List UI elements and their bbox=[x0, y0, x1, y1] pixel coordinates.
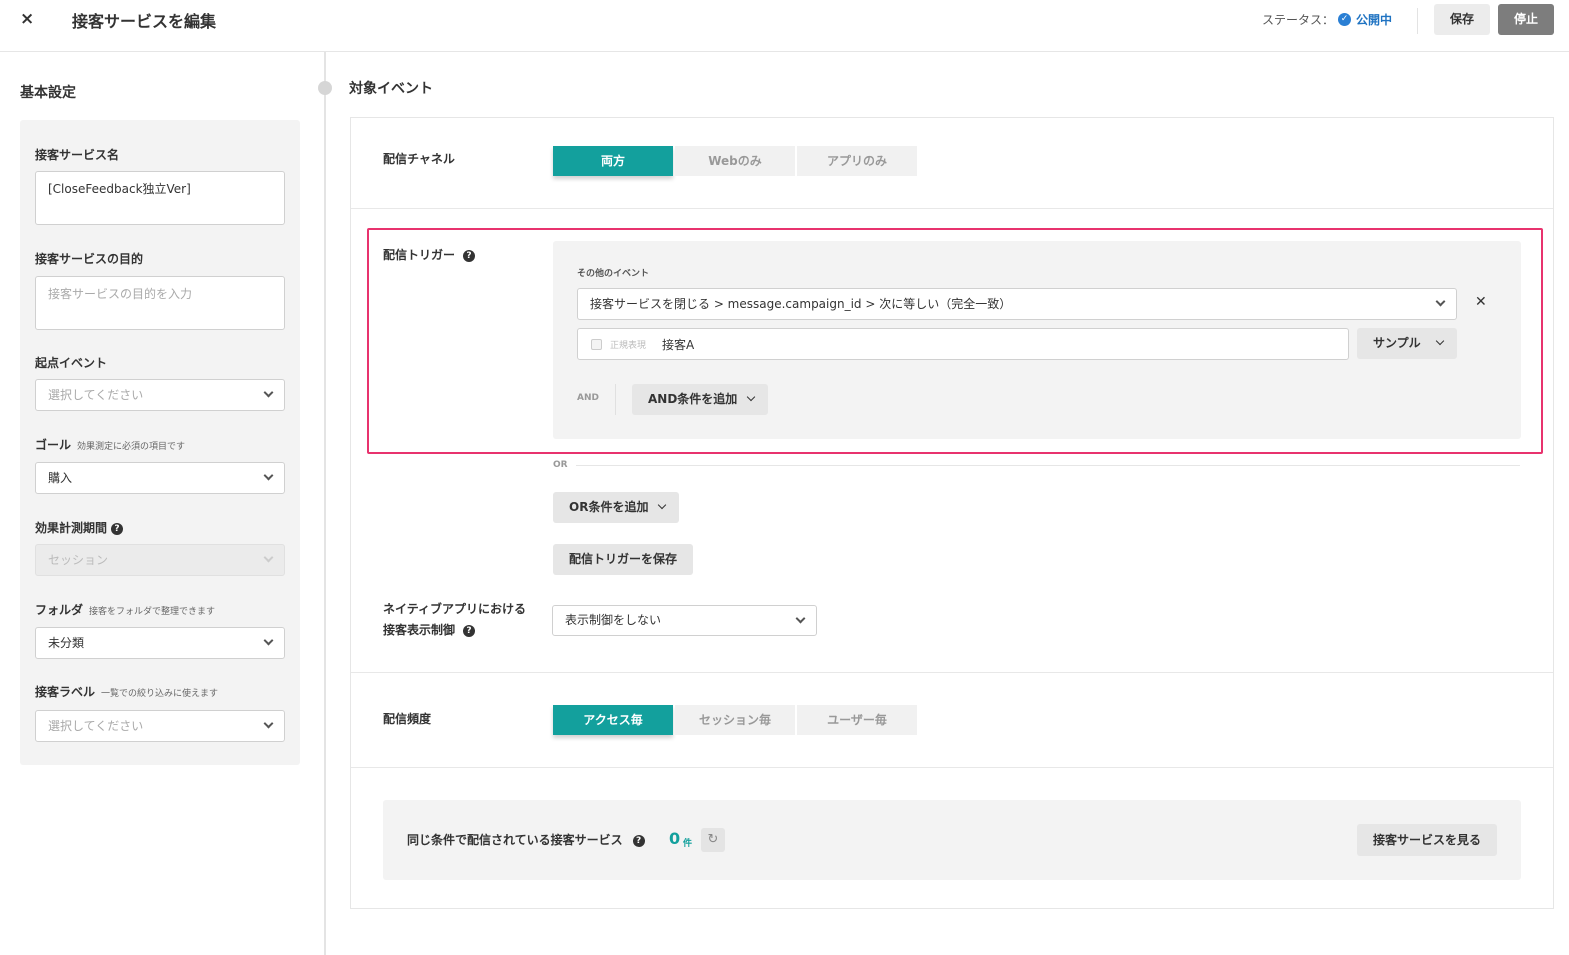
folder-note: 接客をフォルダで整理できます bbox=[89, 607, 216, 617]
folder-label-text: フォルダ bbox=[35, 603, 84, 617]
or-divider bbox=[576, 465, 1520, 466]
stop-button[interactable]: 停止 bbox=[1498, 4, 1554, 35]
divider bbox=[351, 672, 1553, 673]
other-event-label: その他のイベント bbox=[577, 269, 650, 279]
period-label: 効果計測期間? bbox=[35, 519, 124, 536]
timeline-dot bbox=[318, 81, 332, 95]
chevron-down-icon bbox=[263, 718, 274, 729]
service-name-label: 接客サービス名 bbox=[35, 148, 120, 162]
tag-label: 接客ラベル 一覧での絞り込みに使えます bbox=[35, 683, 218, 700]
purpose-input[interactable]: 接客サービスの目的を入力 bbox=[35, 276, 285, 330]
add-or-button[interactable]: OR条件を追加 bbox=[553, 492, 679, 523]
frequency-option-user[interactable]: ユーザー毎 bbox=[797, 705, 917, 735]
sample-label: サンプル bbox=[1373, 336, 1421, 350]
same-condition-label: 同じ条件で配信されている接客サービス? bbox=[407, 831, 645, 848]
regex-label: 正規表現 bbox=[610, 341, 647, 351]
same-condition-text: 同じ条件で配信されている接客サービス bbox=[407, 833, 623, 847]
match-value-input[interactable]: 正規表現 接客A bbox=[577, 328, 1349, 360]
chevron-down-icon bbox=[263, 552, 274, 563]
frequency-label: 配信頻度 bbox=[383, 712, 432, 726]
divider bbox=[351, 208, 1553, 209]
basic-settings-title: 基本設定 bbox=[20, 85, 76, 101]
goal-value: 購入 bbox=[48, 471, 73, 485]
tag-value: 選択してください bbox=[48, 719, 144, 733]
tag-label-text: 接客ラベル bbox=[35, 685, 96, 699]
start-event-select[interactable]: 選択してください bbox=[35, 379, 285, 411]
remove-condition-icon[interactable]: ✕ bbox=[1475, 294, 1487, 310]
same-condition-box: 同じ条件で配信されている接客サービス? 0 件 ↻ 接客サービスを見る bbox=[383, 800, 1521, 880]
help-icon[interactable]: ? bbox=[111, 522, 124, 535]
channel-segment: 両方 Webのみ アプリのみ bbox=[553, 146, 919, 176]
tag-note: 一覧での絞り込みに使えます bbox=[101, 689, 219, 699]
goal-note: 効果測定に必須の項目です bbox=[77, 442, 186, 452]
chevron-down-icon bbox=[795, 613, 806, 624]
chevron-down-icon bbox=[263, 635, 274, 646]
header-divider bbox=[1417, 8, 1418, 34]
timeline-line bbox=[324, 52, 326, 955]
page-title: 接客サービスを編集 bbox=[72, 12, 217, 31]
folder-label: フォルダ 接客をフォルダで整理できます bbox=[35, 601, 215, 618]
close-icon[interactable]: × bbox=[20, 9, 34, 29]
add-or-label: OR条件を追加 bbox=[569, 500, 649, 514]
event-select[interactable]: 接客サービスを閉じる > message.campaign_id > 次に等しい… bbox=[577, 288, 1457, 320]
chevron-down-icon bbox=[1435, 336, 1445, 346]
folder-select[interactable]: 未分類 bbox=[35, 627, 285, 659]
frequency-option-access[interactable]: アクセス毎 bbox=[553, 705, 673, 735]
service-name-input[interactable]: [CloseFeedback独立Ver] bbox=[35, 171, 285, 225]
and-divider bbox=[615, 384, 616, 415]
chevron-down-icon bbox=[1435, 296, 1446, 307]
frequency-segment: アクセス毎 セッション毎 ユーザー毎 bbox=[553, 705, 919, 735]
status-value: 公開中 bbox=[1356, 13, 1393, 27]
help-icon[interactable]: ? bbox=[463, 624, 476, 637]
chevron-down-icon bbox=[657, 500, 667, 510]
start-event-label: 起点イベント bbox=[35, 356, 108, 370]
goal-select[interactable]: 購入 bbox=[35, 462, 285, 494]
channel-label: 配信チャネル bbox=[383, 152, 455, 166]
status-indicator: ステータス： ✓ 公開中 bbox=[1262, 11, 1392, 28]
target-event-title: 対象イベント bbox=[349, 81, 433, 97]
divider bbox=[351, 767, 1553, 768]
tag-select[interactable]: 選択してください bbox=[35, 710, 285, 742]
goal-label: ゴール 効果測定に必須の項目です bbox=[35, 436, 185, 453]
channel-option-both[interactable]: 両方 bbox=[553, 146, 673, 176]
help-icon[interactable]: ? bbox=[632, 834, 645, 847]
native-display-select[interactable]: 表示制御をしない bbox=[552, 605, 817, 636]
chevron-down-icon bbox=[263, 387, 274, 398]
or-label: OR bbox=[553, 460, 568, 470]
folder-value: 未分類 bbox=[48, 636, 85, 650]
refresh-icon[interactable]: ↻ bbox=[701, 828, 725, 852]
channel-option-web[interactable]: Webのみ bbox=[675, 146, 795, 176]
goal-label-text: ゴール bbox=[35, 438, 72, 452]
chevron-down-icon bbox=[263, 470, 274, 481]
event-value: 接客サービスを閉じる > message.campaign_id > 次に等しい… bbox=[590, 297, 1012, 311]
match-value: 接客A bbox=[662, 338, 695, 352]
native-label-line1: ネイティブアプリにおける bbox=[383, 602, 527, 616]
view-services-button[interactable]: 接客サービスを見る bbox=[1357, 824, 1497, 856]
save-button[interactable]: 保存 bbox=[1434, 4, 1490, 35]
same-count: 0 bbox=[669, 829, 681, 848]
add-and-label: AND条件を追加 bbox=[648, 392, 738, 406]
period-select: セッション bbox=[35, 544, 285, 576]
start-event-value: 選択してください bbox=[48, 388, 144, 402]
native-label-line2-row: 接客表示制御? bbox=[383, 620, 526, 641]
chevron-down-icon bbox=[746, 392, 756, 402]
save-trigger-button[interactable]: 配信トリガーを保存 bbox=[553, 544, 693, 575]
same-count-unit: 件 bbox=[683, 839, 693, 849]
frequency-option-session[interactable]: セッション毎 bbox=[675, 705, 795, 735]
regex-checkbox[interactable] bbox=[591, 339, 602, 350]
native-value: 表示制御をしない bbox=[565, 613, 662, 627]
check-circle-icon: ✓ bbox=[1338, 13, 1352, 26]
and-label: AND bbox=[577, 393, 599, 403]
period-label-text: 効果計測期間 bbox=[35, 521, 108, 535]
add-and-button[interactable]: AND条件を追加 bbox=[632, 384, 768, 415]
header-bar: × 接客サービスを編集 ステータス： ✓ 公開中 保存 停止 bbox=[0, 0, 1569, 52]
channel-option-app[interactable]: アプリのみ bbox=[797, 146, 917, 176]
native-label-line2: 接客表示制御 bbox=[383, 623, 456, 637]
period-value: セッション bbox=[48, 553, 109, 567]
basic-settings-panel: 接客サービス名 [CloseFeedback独立Ver] 接客サービスの目的 接… bbox=[20, 120, 300, 765]
sample-button[interactable]: サンプル bbox=[1357, 328, 1457, 359]
native-label: ネイティブアプリにおける 接客表示制御? bbox=[383, 599, 526, 641]
status-label: ステータス： bbox=[1262, 13, 1335, 27]
purpose-label: 接客サービスの目的 bbox=[35, 252, 144, 266]
